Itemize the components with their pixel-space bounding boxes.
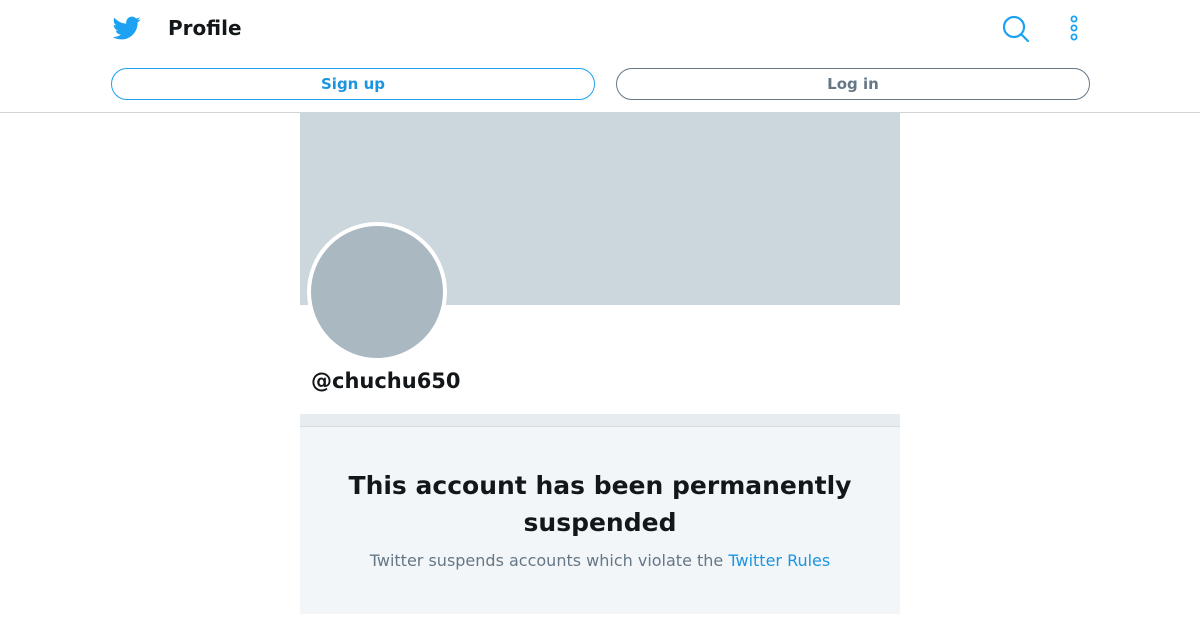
section-divider — [300, 414, 900, 427]
suspension-title: This account has been permanently suspen… — [348, 471, 852, 537]
profile-avatar[interactable] — [307, 222, 447, 362]
sign-up-button[interactable]: Sign up — [111, 68, 595, 100]
suspension-notice: This account has been permanently suspen… — [300, 427, 900, 614]
page-title: Profile — [168, 16, 242, 40]
top-navigation-bar: Profile Sign up Log in — [0, 0, 1200, 113]
log-in-button[interactable]: Log in — [616, 68, 1090, 100]
suspension-description: Twitter suspends accounts which violate … — [320, 549, 880, 573]
more-vertical-icon[interactable] — [1064, 14, 1084, 44]
suspension-description-text: Twitter suspends accounts which violate … — [369, 551, 724, 570]
search-icon[interactable] — [1001, 14, 1031, 44]
profile-handle: @chuchu650 — [311, 369, 461, 393]
twitter-bird-icon[interactable] — [112, 14, 142, 42]
twitter-rules-link[interactable]: Twitter Rules — [728, 551, 830, 570]
